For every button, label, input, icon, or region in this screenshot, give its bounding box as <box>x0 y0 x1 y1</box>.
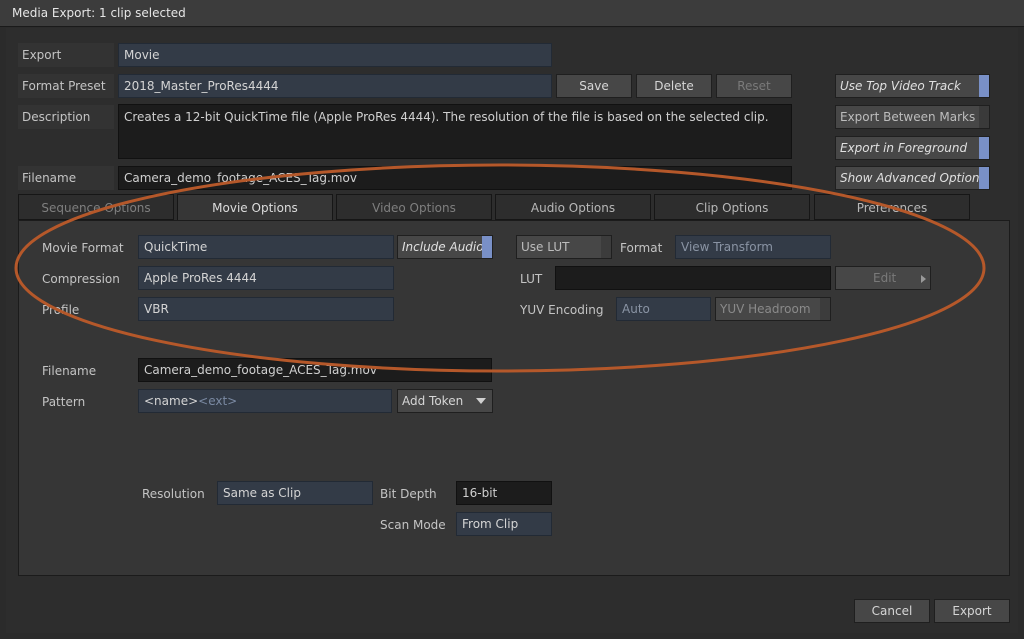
delete-preset-button[interactable]: Delete <box>636 74 712 98</box>
arrow-right-icon <box>921 275 926 283</box>
pattern-label: Pattern <box>42 395 86 409</box>
yuv-headroom-label: YUV Headroom <box>720 302 811 316</box>
yuv-encoding-label: YUV Encoding <box>520 303 604 317</box>
resolution-label: Resolution <box>142 487 205 501</box>
description-field[interactable]: Creates a 12-bit QuickTime file (Apple P… <box>118 104 792 159</box>
profile-label: Profile <box>42 303 80 317</box>
profile-field[interactable]: VBR <box>138 297 394 321</box>
tab-movie-options[interactable]: Movie Options <box>177 194 333 221</box>
filename-label: Filename <box>18 166 114 190</box>
use-top-video-track-toggle[interactable]: Use Top Video Track <box>835 74 990 98</box>
use-top-video-track-label: Use Top Video Track <box>840 79 961 93</box>
format-preset-field[interactable]: 2018_Master_ProRes4444 <box>118 74 552 98</box>
tab-audio-options[interactable]: Audio Options <box>495 194 651 220</box>
movie-format-label: Movie Format <box>42 241 124 255</box>
chevron-down-icon <box>476 398 486 404</box>
tab-preferences[interactable]: Preferences <box>814 194 970 220</box>
format-preset-label: Format Preset <box>18 74 114 98</box>
pattern-name-token: <name> <box>144 394 199 408</box>
description-label: Description <box>18 105 114 129</box>
show-advanced-options-label: Show Advanced Options <box>840 171 986 185</box>
edit-lut-label: Edit <box>873 271 897 285</box>
use-lut-label: Use LUT <box>521 240 570 254</box>
window-title: Media Export: 1 clip selected <box>0 0 1024 27</box>
add-token-label: Add Token <box>402 394 464 408</box>
export-between-marks-toggle[interactable]: Export Between Marks <box>835 105 990 129</box>
yuv-headroom-toggle[interactable]: YUV Headroom <box>715 297 831 321</box>
include-audio-toggle[interactable]: Include Audio <box>397 235 493 259</box>
movie-format-field[interactable]: QuickTime <box>138 235 394 259</box>
scan-mode-label: Scan Mode <box>380 518 446 532</box>
edit-lut-button[interactable]: Edit <box>835 266 931 290</box>
export-label: Export <box>18 43 114 67</box>
lut-path-field[interactable] <box>555 266 831 290</box>
resolution-field[interactable]: Same as Clip <box>217 481 373 505</box>
export-between-marks-label: Export Between Marks <box>840 110 976 124</box>
use-lut-toggle[interactable]: Use LUT <box>516 235 612 259</box>
export-button[interactable]: Export <box>934 599 1010 623</box>
pattern-ext-token: <ext> <box>198 394 238 408</box>
movie-filename-field[interactable]: Camera_demo_footage_ACES_Tag.mov <box>138 358 492 382</box>
toggle-indicator <box>979 167 989 189</box>
cancel-button[interactable]: Cancel <box>854 599 930 623</box>
format-label: Format <box>620 241 663 255</box>
tab-clip-options[interactable]: Clip Options <box>654 194 810 220</box>
bit-depth-field[interactable]: 16-bit <box>456 481 552 505</box>
compression-label: Compression <box>42 272 120 286</box>
tab-sequence-options[interactable]: Sequence Options <box>18 194 174 220</box>
bit-depth-label: Bit Depth <box>380 487 437 501</box>
pattern-field[interactable]: <name><ext> <box>138 389 392 413</box>
export-in-foreground-label: Export in Foreground <box>840 141 968 155</box>
reset-preset-button[interactable]: Reset <box>716 74 792 98</box>
movie-filename-label: Filename <box>42 364 97 378</box>
include-audio-label: Include Audio <box>402 240 484 254</box>
add-token-dropdown[interactable]: Add Token <box>397 389 493 413</box>
yuv-encoding-field[interactable]: Auto <box>616 297 711 321</box>
toggle-indicator <box>979 75 989 97</box>
export-type-field[interactable]: Movie <box>118 43 552 67</box>
toggle-indicator <box>979 106 989 128</box>
lut-format-field[interactable]: View Transform <box>675 235 831 259</box>
compression-field[interactable]: Apple ProRes 4444 <box>138 266 394 290</box>
export-in-foreground-toggle[interactable]: Export in Foreground <box>835 136 990 160</box>
toggle-indicator <box>820 298 830 320</box>
lut-label: LUT <box>520 272 543 286</box>
save-preset-button[interactable]: Save <box>556 74 632 98</box>
toggle-indicator <box>601 236 611 258</box>
toggle-indicator <box>979 137 989 159</box>
toggle-indicator <box>482 236 492 258</box>
scan-mode-field[interactable]: From Clip <box>456 512 552 536</box>
show-advanced-options-toggle[interactable]: Show Advanced Options <box>835 166 990 190</box>
tab-video-options[interactable]: Video Options <box>336 194 492 220</box>
filename-field[interactable]: Camera_demo_footage_ACES_Tag.mov <box>118 166 792 190</box>
